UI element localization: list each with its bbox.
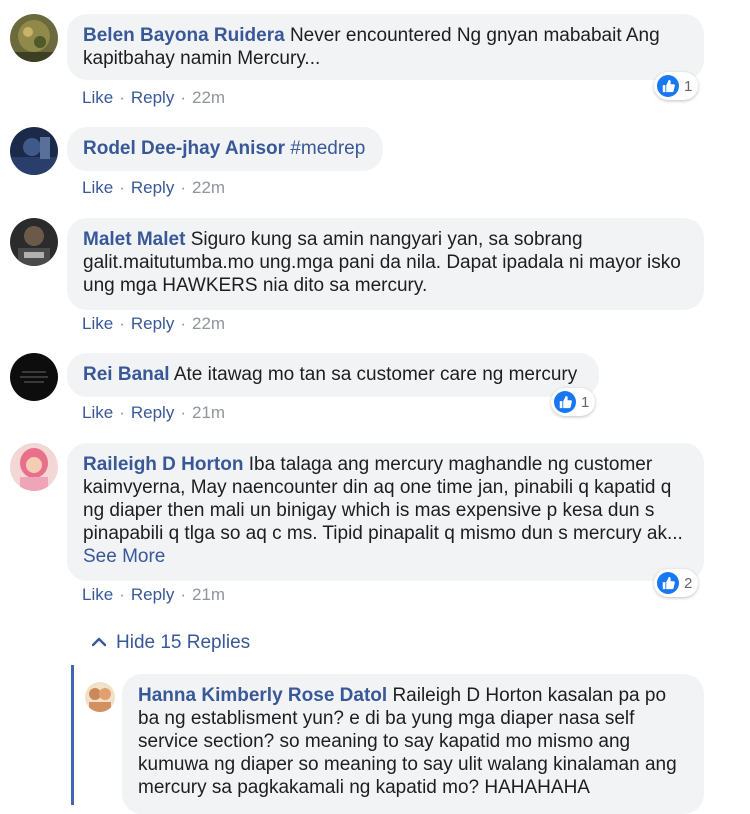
reply-button[interactable]: Reply <box>131 314 174 333</box>
separator: · <box>180 585 186 604</box>
reaction-count[interactable]: 2 <box>654 569 699 597</box>
comment-bubble: Rodel Dee-jhay Anisor #medrep <box>67 127 383 171</box>
thumbs-up-icon <box>657 572 679 594</box>
avatar-image <box>10 127 58 175</box>
comment-author[interactable]: Raileigh D Horton <box>83 454 243 475</box>
avatar-image <box>10 218 58 266</box>
comment-bubble: Raileigh D Horton Iba talaga ang mercury… <box>67 443 704 581</box>
comment-author[interactable]: Belen Bayona Ruidera <box>83 25 285 46</box>
timestamp[interactable]: 22m <box>192 88 225 107</box>
reaction-number: 1 <box>684 77 693 95</box>
hide-replies-link[interactable]: Hide 15 Replies <box>91 632 251 654</box>
comment-text: Ate itawag mo tan sa customer care ng me… <box>173 364 578 385</box>
separator: · <box>119 178 125 197</box>
comment-actions: Like · Reply · 21m <box>82 403 225 423</box>
comment-bubble: Belen Bayona Ruidera Never encountered N… <box>67 14 704 80</box>
reply-button[interactable]: Reply <box>131 178 174 197</box>
chevron-up-icon <box>91 637 107 647</box>
reaction-count[interactable]: 1 <box>551 388 596 416</box>
avatar[interactable] <box>85 682 115 712</box>
like-button[interactable]: Like <box>82 314 113 333</box>
reply-bubble: Hanna Kimberly Rose Datol Raileigh D Hor… <box>122 674 704 814</box>
comment-author[interactable]: Rei Banal <box>83 364 170 385</box>
like-button[interactable]: Like <box>82 403 113 422</box>
avatar-image <box>85 682 115 712</box>
reply-author[interactable]: Hanna Kimberly Rose Datol <box>138 685 387 706</box>
timestamp[interactable]: 22m <box>192 314 225 333</box>
separator: · <box>180 178 186 197</box>
avatar-image <box>10 443 58 491</box>
reaction-count[interactable]: 1 <box>654 72 699 100</box>
like-button[interactable]: Like <box>82 178 113 197</box>
timestamp[interactable]: 22m <box>192 178 225 197</box>
comment-actions: Like · Reply · 22m <box>82 88 225 108</box>
hashtag-link[interactable]: #medrep <box>290 138 365 159</box>
hide-replies-label: Hide 15 Replies <box>116 632 251 653</box>
comment-author[interactable]: Rodel Dee-jhay Anisor <box>83 138 285 159</box>
separator: · <box>119 403 125 422</box>
separator: · <box>180 88 186 107</box>
comment-actions: Like · Reply · 22m <box>82 314 225 334</box>
comment-actions: Like · Reply · 22m <box>82 178 225 198</box>
comment-actions: Like · Reply · 21m <box>82 585 225 605</box>
comment-bubble: Rei Banal Ate itawag mo tan sa customer … <box>67 353 599 397</box>
separator: · <box>119 88 125 107</box>
reply-button[interactable]: Reply <box>131 88 174 107</box>
timestamp[interactable]: 21m <box>192 585 225 604</box>
avatar[interactable] <box>10 127 58 175</box>
like-button[interactable]: Like <box>82 88 113 107</box>
reply-button[interactable]: Reply <box>131 403 174 422</box>
reply-thread-line <box>71 665 74 805</box>
avatar[interactable] <box>10 443 58 491</box>
avatar-image <box>10 353 58 401</box>
separator: · <box>119 314 125 333</box>
timestamp[interactable]: 21m <box>192 403 225 422</box>
avatar[interactable] <box>10 14 58 62</box>
separator: · <box>180 314 186 333</box>
separator: · <box>119 585 125 604</box>
avatar[interactable] <box>10 218 58 266</box>
reaction-number: 1 <box>581 393 590 411</box>
comment-bubble: Malet Malet Siguro kung sa amin nangyari… <box>67 218 704 310</box>
reply-button[interactable]: Reply <box>131 585 174 604</box>
see-more-link[interactable]: See More <box>83 546 165 567</box>
avatar[interactable] <box>10 353 58 401</box>
like-button[interactable]: Like <box>82 585 113 604</box>
separator: · <box>180 403 186 422</box>
reaction-number: 2 <box>684 574 693 592</box>
thumbs-up-icon <box>657 75 679 97</box>
comment-author[interactable]: Malet Malet <box>83 229 185 250</box>
avatar-image <box>10 14 58 62</box>
thumbs-up-icon <box>554 391 576 413</box>
